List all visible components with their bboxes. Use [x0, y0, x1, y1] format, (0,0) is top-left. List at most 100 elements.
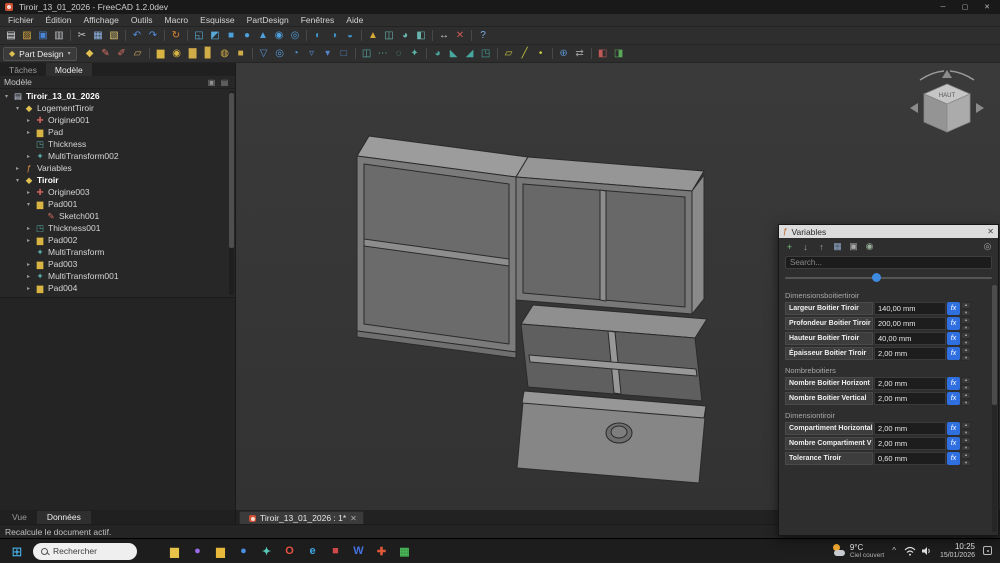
expression-fx-button[interactable]: fx: [947, 422, 960, 435]
variable-value-input[interactable]: 200,00 mm: [874, 317, 946, 330]
drawer-box-model[interactable]: [357, 136, 707, 483]
mirrored-feature-icon[interactable]: ◫: [359, 46, 375, 62]
spin-down-button[interactable]: ▾: [961, 430, 971, 437]
part-torus-icon[interactable]: ◎: [287, 28, 303, 44]
tree-item-tiroir[interactable]: ▾◆Tiroir: [0, 174, 235, 186]
whats-this-icon[interactable]: ?: [475, 28, 491, 44]
undo-icon[interactable]: ↶: [129, 28, 145, 44]
spin-up-button[interactable]: ▴: [961, 332, 971, 339]
datum-plane-icon[interactable]: ▱: [501, 46, 517, 62]
additive-loft-icon[interactable]: ▇: [185, 46, 201, 62]
tree-item-sketch001[interactable]: ✎Sketch001: [0, 210, 235, 222]
weather-widget[interactable]: 9°C Ciel couvert: [832, 543, 884, 560]
variable-value-input[interactable]: 140,00 mm: [874, 302, 946, 315]
app-red-icon[interactable]: ■: [327, 543, 344, 560]
menu-affichage[interactable]: Affichage: [78, 15, 125, 25]
collapse-all-icon[interactable]: ▤: [218, 78, 231, 87]
close-panel-icon[interactable]: ✕: [987, 227, 994, 236]
spin-down-button[interactable]: ▾: [961, 325, 971, 332]
expander-icon[interactable]: ▸: [25, 129, 32, 136]
fillet-icon[interactable]: ◕: [430, 46, 446, 62]
tab-donnees[interactable]: Données: [37, 511, 91, 524]
spin-up-button[interactable]: ▴: [961, 317, 971, 324]
thickness-tool-icon[interactable]: ◳: [478, 46, 494, 62]
expression-fx-button[interactable]: fx: [947, 377, 960, 390]
tree-item-pad002[interactable]: ▸▆Pad002: [0, 234, 235, 246]
app-purple-icon[interactable]: ●: [189, 543, 206, 560]
additive-pipe-icon[interactable]: ▊: [201, 46, 217, 62]
variable-value-input[interactable]: 40,00 mm: [874, 332, 946, 345]
spin-down-button[interactable]: ▾: [961, 460, 971, 467]
maximize-button[interactable]: ▢: [954, 0, 976, 14]
variables-panel-titlebar[interactable]: ƒ Variables ✕: [779, 225, 998, 238]
spin-down-button[interactable]: ▾: [961, 310, 971, 317]
draft-angle-icon[interactable]: ◢: [462, 46, 478, 62]
tree-item-multitransform[interactable]: ✦MultiTransform: [0, 246, 235, 258]
pad-icon[interactable]: ▆: [153, 46, 169, 62]
minimize-button[interactable]: ─: [932, 0, 954, 14]
tree-item-multitransform002[interactable]: ▸✦MultiTransform002: [0, 150, 235, 162]
folder-yellow-icon[interactable]: ▆: [212, 543, 229, 560]
menu-fenetres[interactable]: Fenêtres: [295, 15, 341, 25]
print-document-icon[interactable]: ▥: [51, 28, 67, 44]
panel-options-icon[interactable]: ◎: [981, 240, 994, 253]
tab-taches[interactable]: Tâches: [0, 63, 46, 76]
axonometric-view-icon[interactable]: ◩: [207, 28, 223, 44]
menu-esquisse[interactable]: Esquisse: [194, 15, 241, 25]
redo-icon[interactable]: ↷: [145, 28, 161, 44]
groove-icon[interactable]: ◔: [288, 46, 304, 62]
spin-up-button[interactable]: ▴: [961, 452, 971, 459]
variable-value-input[interactable]: 2,00 mm: [874, 377, 946, 390]
menu-fichier[interactable]: Fichier: [2, 15, 40, 25]
edge-icon[interactable]: e: [304, 543, 321, 560]
revolution-icon[interactable]: ◉: [169, 46, 185, 62]
start-button[interactable]: ⊞: [8, 545, 26, 558]
new-document-icon[interactable]: ▤: [3, 28, 19, 44]
search-input[interactable]: [790, 258, 987, 267]
workbench-selector[interactable]: ◆ Part Design ▾: [3, 47, 77, 61]
part-cone-icon[interactable]: ▲: [255, 28, 271, 44]
datum-line-icon[interactable]: ╱: [517, 46, 533, 62]
scrollbar-thumb[interactable]: [992, 285, 997, 405]
tree-item-origine001[interactable]: ▸✚Origine001: [0, 114, 235, 126]
tree-scrollbar[interactable]: [229, 91, 234, 295]
add-variable-icon[interactable]: +: [783, 240, 796, 253]
tree-item-pad[interactable]: ▸▆Pad: [0, 126, 235, 138]
app-blue-sphere-icon[interactable]: ●: [235, 543, 252, 560]
word-icon[interactable]: W: [350, 543, 367, 560]
copy-variables-icon[interactable]: ▣: [847, 240, 860, 253]
taskbar-clock[interactable]: 10:25 15/01/2026: [940, 542, 975, 560]
tree-item-pad001[interactable]: ▾▆Pad001: [0, 198, 235, 210]
spin-down-button[interactable]: ▾: [961, 340, 971, 347]
tray-overflow-chevron[interactable]: ^: [892, 546, 896, 555]
spin-down-button[interactable]: ▾: [961, 445, 971, 452]
menu-partdesign[interactable]: PartDesign: [241, 15, 295, 25]
expander-icon[interactable]: ▾: [14, 105, 21, 112]
expander-icon[interactable]: ▸: [25, 153, 32, 160]
spin-down-button[interactable]: ▾: [961, 400, 971, 407]
expression-fx-button[interactable]: fx: [947, 332, 960, 345]
expander-icon[interactable]: ▾: [3, 93, 10, 100]
spin-down-button[interactable]: ▾: [961, 355, 971, 362]
spin-up-button[interactable]: ▴: [961, 347, 971, 354]
tree-item-pad004[interactable]: ▸▆Pad004: [0, 282, 235, 294]
slider-knob[interactable]: [872, 273, 881, 282]
spin-up-button[interactable]: ▴: [961, 302, 971, 309]
expander-icon[interactable]: ▸: [25, 237, 32, 244]
sync-selection-icon[interactable]: ▣: [205, 78, 218, 87]
navigation-cube[interactable]: HAUT: [902, 68, 992, 146]
import-variables-icon[interactable]: ↓: [799, 240, 812, 253]
boolean-common-icon[interactable]: ◒: [342, 28, 358, 44]
refresh-icon[interactable]: ↻: [168, 28, 184, 44]
cut-icon[interactable]: ✂: [74, 28, 90, 44]
quick-settings[interactable]: [904, 546, 932, 556]
export-variables-icon[interactable]: ↑: [815, 240, 828, 253]
menu-macro[interactable]: Macro: [159, 15, 195, 25]
spin-up-button[interactable]: ▴: [961, 392, 971, 399]
random-color-icon[interactable]: ◨: [611, 46, 627, 62]
multitransform-icon[interactable]: ✦: [407, 46, 423, 62]
menu-outils[interactable]: Outils: [125, 15, 159, 25]
expander-icon[interactable]: ▸: [25, 285, 32, 292]
tree-item-tiroir-13-01-2026[interactable]: ▾▤Tiroir_13_01_2026: [0, 90, 235, 102]
variable-value-input[interactable]: 2,00 mm: [874, 422, 946, 435]
